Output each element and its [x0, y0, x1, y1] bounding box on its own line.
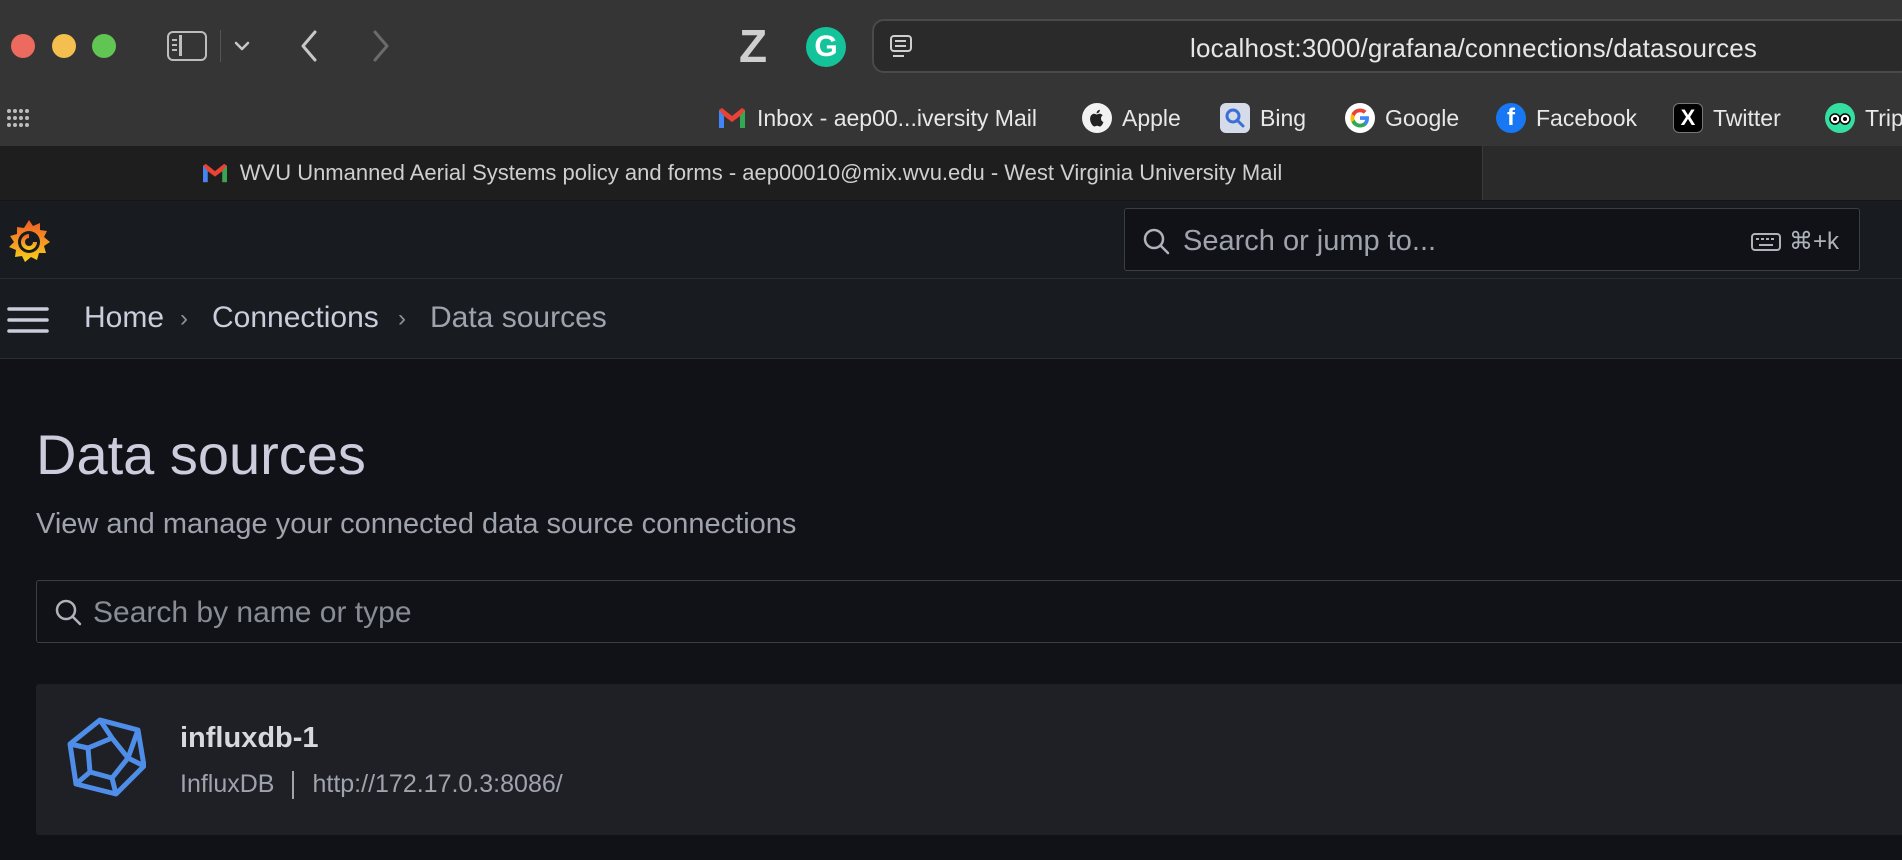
grafana-top-bar: Search or jump to... ⌘+k: [0, 201, 1902, 279]
toolbar-divider: [220, 30, 221, 62]
favorite-label: Inbox - aep00...iversity Mail: [757, 104, 1037, 131]
tripadvisor-icon: [1825, 103, 1855, 133]
datasource-meta: InfluxDB http://172.17.0.3:8086/: [180, 770, 563, 799]
tab-title: WVU Unmanned Aerial Systems policy and f…: [239, 160, 1283, 185]
grafana-search-bar[interactable]: Search or jump to... ⌘+k: [1124, 208, 1860, 271]
favorite-apple[interactable]: Apple: [1082, 98, 1181, 138]
window-zoom-button[interactable]: [92, 34, 116, 58]
datasource-search-input[interactable]: Search by name or type: [36, 580, 1902, 643]
google-icon: [1345, 103, 1375, 133]
forward-arrow-icon[interactable]: [368, 28, 394, 64]
favorite-label: Google: [1385, 104, 1460, 131]
grammarly-extension-icon[interactable]: G: [806, 27, 846, 67]
browser-tab-active[interactable]: WVU Unmanned Aerial Systems policy and f…: [0, 146, 1483, 200]
favorite-label: Facebook: [1536, 104, 1638, 131]
address-bar-url: localhost:3000/grafana/connections/datas…: [1190, 33, 1758, 63]
gmail-icon: [719, 108, 745, 128]
page-subtitle: View and manage your connected data sour…: [36, 508, 797, 540]
breadcrumb-home[interactable]: Home: [84, 301, 164, 335]
favorite-label: Bing: [1260, 104, 1307, 131]
favorite-tripadvisor[interactable]: Trip: [1825, 98, 1902, 138]
favorite-gmail-inbox[interactable]: Inbox - aep00...iversity Mail: [717, 98, 1037, 138]
gmail-icon: [202, 163, 227, 183]
favorite-label: Trip: [1865, 104, 1902, 131]
breadcrumb-connections[interactable]: Connections: [212, 301, 379, 335]
influxdb-icon: [67, 717, 146, 797]
datasource-type: InfluxDB: [180, 770, 275, 798]
bing-icon: [1220, 103, 1250, 133]
datasource-card[interactable]: influxdb-1 InfluxDB http://172.17.0.3:80…: [36, 684, 1902, 835]
favorite-bing[interactable]: Bing: [1220, 98, 1306, 138]
apps-grid-icon[interactable]: [6, 106, 30, 130]
window-minimize-button[interactable]: [52, 34, 76, 58]
back-arrow-icon[interactable]: [296, 28, 322, 64]
facebook-icon: f: [1496, 103, 1526, 133]
twitter-icon: X: [1673, 103, 1703, 133]
browser-toolbar: Z G localhost:3000/grafana/connections/d…: [0, 0, 1902, 90]
favorite-google[interactable]: Google: [1345, 98, 1459, 138]
favorite-label: Apple: [1122, 104, 1181, 131]
breadcrumb-separator-icon: ›: [180, 305, 188, 332]
keyboard-icon: [1751, 232, 1781, 251]
page-title: Data sources: [36, 423, 366, 486]
chevron-down-icon[interactable]: [233, 37, 251, 55]
shortcut-text: ⌘+k: [1789, 228, 1840, 255]
zotero-extension-icon[interactable]: Z: [737, 23, 769, 69]
hamburger-menu-icon[interactable]: [7, 305, 49, 335]
datasource-url: http://172.17.0.3:8086/: [312, 770, 563, 798]
datasource-name[interactable]: influxdb-1: [180, 722, 319, 755]
meta-divider: [292, 770, 295, 799]
search-icon: [55, 599, 82, 626]
apple-icon: [1082, 103, 1112, 133]
window-close-button[interactable]: [11, 34, 35, 58]
keyboard-shortcut-hint: ⌘+k: [1751, 227, 1839, 256]
page-menu-icon[interactable]: [888, 33, 916, 61]
address-bar[interactable]: localhost:3000/grafana/connections/datas…: [872, 19, 1902, 73]
favorites-bar: Inbox - aep00...iversity Mail Apple Bing…: [0, 90, 1902, 146]
breadcrumb-separator-icon: ›: [398, 305, 406, 332]
sidebar-toggle-icon[interactable]: [167, 31, 207, 61]
browser-tab-strip: WVU Unmanned Aerial Systems policy and f…: [0, 146, 1902, 201]
favorite-facebook[interactable]: f Facebook: [1496, 98, 1637, 138]
breadcrumb-current: Data sources: [430, 301, 607, 334]
breadcrumb: Home › Connections › Data sources: [0, 279, 1902, 359]
favorite-twitter[interactable]: X Twitter: [1673, 98, 1781, 138]
favorite-label: Twitter: [1713, 104, 1781, 131]
search-placeholder: Search or jump to...: [1183, 225, 1437, 257]
search-icon: [1143, 228, 1170, 255]
datasource-search-placeholder: Search by name or type: [93, 596, 412, 629]
grafana-logo-icon[interactable]: [6, 217, 52, 265]
